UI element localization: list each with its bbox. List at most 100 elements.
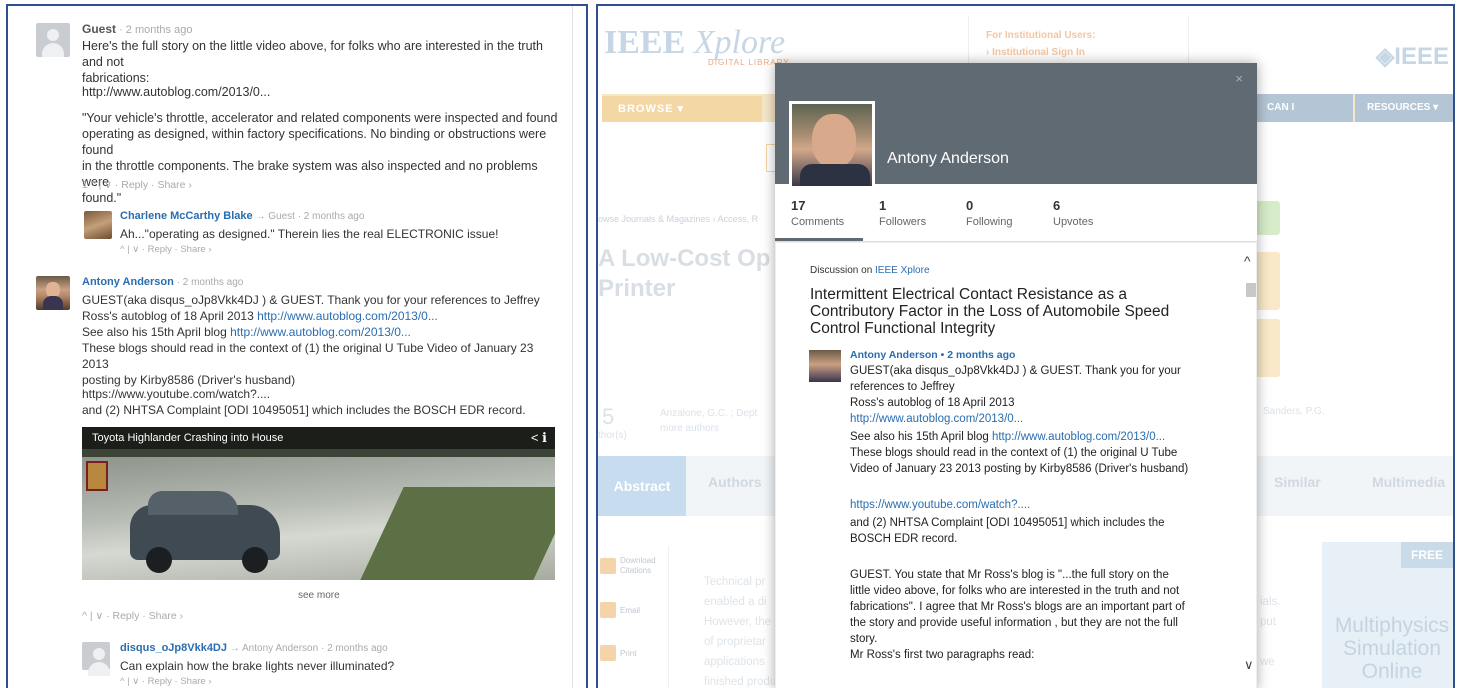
quote-line: "Your vehicle's throttle, accelerator an… — [82, 111, 558, 125]
stat-label: Comments — [791, 216, 845, 228]
institutional-sign-in-link[interactable]: › Institutional Sign In — [986, 47, 1095, 58]
resources-menu[interactable]: RESOURCES ▾ — [1355, 94, 1453, 122]
reply-to[interactable]: → Antony Anderson — [230, 643, 318, 654]
comment-text: GUEST(aka disqus_oJp8Vkk4DJ ) & GUEST. T… — [850, 365, 1181, 377]
ieee-xplore-logo[interactable]: IEEE Xplore — [604, 24, 785, 62]
autoblog-link[interactable]: http://www.autoblog.com/2013/0... — [230, 325, 411, 339]
article-title: A Low-Cost Op Printer — [598, 244, 770, 304]
more-authors-link[interactable]: more authors — [660, 421, 757, 436]
author-name[interactable]: Sanders, P.G. — [1263, 406, 1325, 417]
author-name[interactable]: Anzalone, G.C. ; Dept — [660, 406, 757, 421]
browse-menu[interactable]: BROWSE ▾ — [602, 96, 762, 122]
comment-actions[interactable]: 1 ^ | ∨ · Reply · Share › — [82, 179, 192, 191]
abstract-line: we — [1260, 656, 1275, 668]
abstract-line: applications — [704, 656, 765, 668]
youtube-link[interactable]: https://www.youtube.com/watch?.... — [850, 498, 1220, 514]
side-label: Email — [620, 606, 641, 615]
scroll-up-icon[interactable]: ^ — [1244, 253, 1251, 269]
download-icon — [600, 558, 616, 574]
stat-comments[interactable]: 17 Comments — [791, 198, 844, 228]
share-info-icon[interactable]: < ℹ — [531, 430, 547, 446]
ieee-logo[interactable]: ◈IEEE — [1376, 42, 1449, 71]
comment-author[interactable]: Guest — [82, 22, 116, 36]
comment-quote: "Your vehicle's throttle, accelerator an… — [82, 110, 562, 206]
comment-header: Guest · 2 months ago — [82, 22, 192, 36]
tab-multimedia[interactable]: Multimedia — [1372, 474, 1445, 490]
tab-authors[interactable]: Authors — [708, 474, 762, 490]
comment-time[interactable]: · 2 months ago — [119, 24, 192, 36]
stat-followers[interactable]: 1 Followers — [879, 198, 926, 228]
youtube-link[interactable]: https://www.youtube.com/watch?.... — [82, 386, 270, 402]
comment-author[interactable]: Antony Anderson — [82, 276, 174, 288]
comment-author[interactable]: Charlene McCarthy Blake — [120, 210, 253, 222]
quote-line: operating as designed, within factory sp… — [82, 127, 547, 157]
side-label: Download Citations — [620, 556, 656, 575]
comment-time[interactable]: · 2 months ago — [177, 277, 244, 288]
autoblog-link[interactable]: http://www.autoblog.com/2013/0... — [850, 412, 1220, 428]
stat-upvotes[interactable]: 6 Upvotes — [1053, 198, 1093, 228]
discussion-site-link[interactable]: IEEE Xplore — [875, 265, 929, 276]
close-icon[interactable]: × — [1235, 71, 1243, 86]
comment-text: references to Jeffrey — [850, 381, 955, 393]
divider — [668, 546, 669, 688]
reply-to[interactable]: → Guest — [255, 211, 294, 222]
comment-text: Can explain how the brake lights never i… — [120, 659, 395, 673]
logo-text-italic: Xplore — [693, 24, 786, 61]
stat-label: Following — [966, 216, 1013, 228]
profile-name: Antony Anderson — [887, 150, 1009, 167]
video-title[interactable]: Toyota Highlander Crashing into House — [92, 432, 283, 444]
comment-link[interactable]: http://www.autoblog.com/2013/0... — [82, 84, 270, 100]
autoblog-link[interactable]: http://www.autoblog.com/2013/0... — [992, 431, 1165, 443]
disqus-comments-panel: Guest · 2 months ago Here's the full sto… — [6, 4, 588, 688]
comment-time[interactable]: · 2 months ago — [298, 211, 365, 222]
institutional-title: For Institutional Users: — [986, 30, 1096, 41]
charlene-avatar — [84, 211, 112, 239]
article-title-line: A Low-Cost Op — [598, 245, 771, 272]
scroll-down-icon[interactable]: ∨ — [1244, 657, 1254, 673]
video-frame-wheel — [146, 547, 172, 573]
embedded-video[interactable]: Toyota Highlander Crashing into House < … — [82, 427, 555, 580]
ieee-xplore-page: IEEE Xplore DIGITAL LIBRARY For Institut… — [596, 4, 1455, 688]
comment-actions[interactable]: ^ | ∨ · Reply · Share › — [120, 676, 211, 687]
can-i-access-menu[interactable]: CAN I ACCESS? — [1255, 94, 1353, 141]
comment-actions[interactable]: ^ | ∨ · Reply · Share › — [120, 244, 211, 255]
user-profile-modal: × Antony Anderson 17 Comments 1 Follower… — [775, 63, 1257, 688]
email-action[interactable]: Email — [598, 600, 668, 640]
abstract-text: Technical pr enabled a di However, the o… — [704, 572, 776, 688]
discussion-prefix: Discussion on — [810, 265, 876, 276]
tab-abstract[interactable]: Abstract — [598, 456, 686, 516]
active-tab-indicator — [775, 238, 863, 241]
comment-text: story. — [850, 633, 878, 645]
comment-author-line[interactable]: Antony Anderson • 2 months ago — [850, 349, 1015, 361]
scrollbar-thumb[interactable] — [1246, 283, 1256, 297]
see-more-link[interactable]: see more — [298, 590, 340, 601]
antony-avatar — [36, 276, 70, 310]
comment-text: Here's the full story on the little vide… — [82, 39, 543, 69]
scrollbar[interactable]: ^ ∨ — [1244, 253, 1256, 683]
comment-text: Video of January 23 2013 posting by Kirb… — [850, 463, 1189, 475]
breadcrumb[interactable]: owse Journals & Magazines › Access, R — [598, 214, 758, 224]
comment-text: the story and provide useful information… — [850, 617, 1178, 629]
comment-text: and (2) NHTSA Complaint [ODI 10495051] w… — [82, 403, 526, 417]
free-tag: FREE — [1401, 542, 1453, 568]
comment-time[interactable]: · 2 months ago — [321, 643, 388, 654]
profile-comment-feed: Discussion on IEEE Xplore Intermittent E… — [775, 242, 1257, 688]
stat-following[interactable]: 0 Following — [966, 198, 1012, 228]
abstract-line: ials. — [1260, 596, 1281, 608]
stat-value: 0 — [966, 198, 974, 213]
download-citations[interactable]: Download Citations — [598, 554, 668, 594]
free-ad[interactable]: FREE Multiphysics Simulation Online — [1322, 542, 1453, 688]
discussion-title[interactable]: Intermittent Electrical Contact Resistan… — [810, 286, 1210, 337]
abstract-line: of proprietar — [704, 636, 767, 648]
comment-actions[interactable]: ^ | ∨ · Reply · Share › — [82, 610, 183, 622]
print-action[interactable]: Print — [598, 643, 668, 683]
comment-author[interactable]: disqus_oJp8Vkk4DJ — [120, 642, 227, 654]
profile-avatar — [789, 101, 875, 189]
tab-similar[interactable]: Similar — [1274, 474, 1321, 490]
comment-text-part: Ross's autoblog of 18 April 2013 — [82, 309, 258, 323]
stat-value: 6 — [1053, 198, 1061, 213]
institutional-block: For Institutional Users: › Institutional… — [986, 30, 1095, 58]
comment-text: GUEST(aka disqus_oJp8Vkk4DJ ) & GUEST. T… — [82, 293, 540, 307]
autoblog-link[interactable]: http://www.autoblog.com/2013/0... — [257, 309, 438, 323]
